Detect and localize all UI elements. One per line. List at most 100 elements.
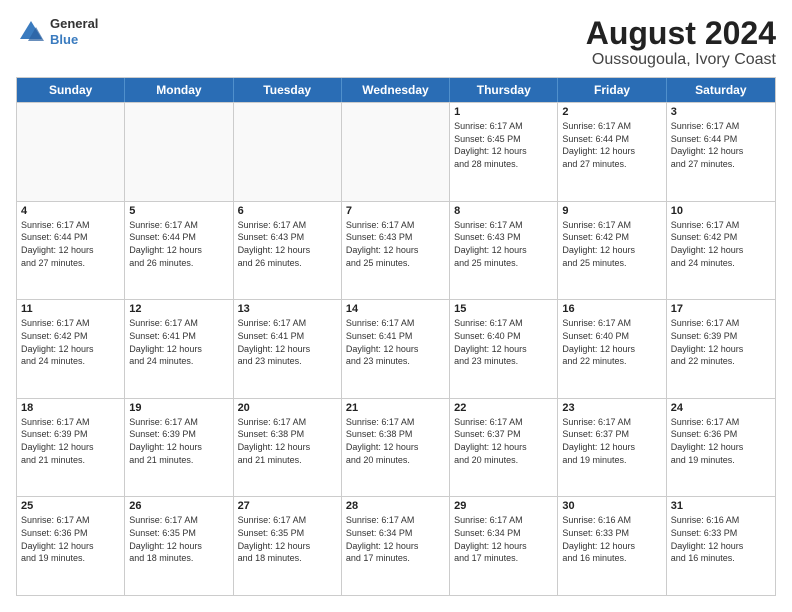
logo-general: General: [50, 16, 98, 32]
cell-w4-d4: 29Sunrise: 6:17 AM Sunset: 6:34 PM Dayli…: [450, 497, 558, 595]
day-info-w0-d6: Sunrise: 6:17 AM Sunset: 6:44 PM Dayligh…: [671, 120, 771, 170]
cell-w2-d6: 17 Sunrise: 6:17 AM Sunset: 6:39 PM Dayli…: [667, 300, 775, 398]
day-info-w1-d5: Sunrise: 6:17 AM Sunset: 6:42 PM Dayligh…: [562, 219, 661, 269]
cell-w3-d0: 18Sunrise: 6:17 AM Sunset: 6:39 PM Dayli…: [17, 399, 125, 497]
day-number-w2-d0: 11: [21, 303, 120, 315]
day-info-w1-d1: Sunrise: 6:17 AM Sunset: 6:44 PM Dayligh…: [129, 219, 228, 269]
week-row-0: 1 Sunrise: 6:17 AM Sunset: 6:45 PM Daylig…: [17, 102, 775, 201]
cell-w0-d1: [125, 103, 233, 201]
cell-w3-d3: 21 Sunrise: 6:17 AM Sunset: 6:38 PM Dayli…: [342, 399, 450, 497]
day-info-w0-d4: Sunrise: 6:17 AM Sunset: 6:45 PM Dayligh…: [454, 120, 553, 170]
day-info-w4-d5: Sunrise: 6:16 AM Sunset: 6:33 PM Dayligh…: [562, 514, 661, 564]
cell-w2-d4: 15 Sunrise: 6:17 AM Sunset: 6:40 PM Dayli…: [450, 300, 558, 398]
day-info-w3-d4: Sunrise: 6:17 AM Sunset: 6:37 PM Dayligh…: [454, 416, 553, 466]
title-block: August 2024 Oussougoula, Ivory Coast: [586, 16, 776, 69]
day-info-w2-d1: Sunrise: 6:17 AM Sunset: 6:41 PM Dayligh…: [129, 317, 228, 367]
calendar-subtitle: Oussougoula, Ivory Coast: [586, 51, 776, 69]
day-info-w4-d6: Sunrise: 6:16 AM Sunset: 6:33 PM Dayligh…: [671, 514, 771, 564]
cell-w4-d1: 26 Sunrise: 6:17 AM Sunset: 6:35 PM Dayli…: [125, 497, 233, 595]
cell-w3-d1: 19 Sunrise: 6:17 AM Sunset: 6:39 PM Dayli…: [125, 399, 233, 497]
day-number-w0-d6: 3: [671, 106, 771, 118]
cell-w0-d0: [17, 103, 125, 201]
day-info-w2-d6: Sunrise: 6:17 AM Sunset: 6:39 PM Dayligh…: [671, 317, 771, 367]
day-number-w2-d6: 17: [671, 303, 771, 315]
day-info-w4-d0: Sunrise: 6:17 AM Sunset: 6:36 PM Dayligh…: [21, 514, 120, 564]
day-number-w1-d3: 7: [346, 205, 445, 217]
day-number-w1-d4: 8: [454, 205, 553, 217]
calendar-header: Sunday Monday Tuesday Wednesday Thursday…: [17, 78, 775, 102]
cell-w4-d0: 25Sunrise: 6:17 AM Sunset: 6:36 PM Dayli…: [17, 497, 125, 595]
day-number-w1-d2: 6: [238, 205, 337, 217]
day-info-w2-d5: Sunrise: 6:17 AM Sunset: 6:40 PM Dayligh…: [562, 317, 661, 367]
day-number-w3-d0: 18: [21, 402, 120, 414]
cell-w4-d2: 27Sunrise: 6:17 AM Sunset: 6:35 PM Dayli…: [234, 497, 342, 595]
cell-w0-d4: 1 Sunrise: 6:17 AM Sunset: 6:45 PM Daylig…: [450, 103, 558, 201]
cell-w2-d3: 14 Sunrise: 6:17 AM Sunset: 6:41 PM Dayli…: [342, 300, 450, 398]
day-number-w4-d5: 30: [562, 500, 661, 512]
week-row-4: 25Sunrise: 6:17 AM Sunset: 6:36 PM Dayli…: [17, 496, 775, 595]
cell-w0-d5: 2 Sunrise: 6:17 AM Sunset: 6:44 PM Daylig…: [558, 103, 666, 201]
header-saturday: Saturday: [667, 78, 775, 102]
day-number-w4-d6: 31: [671, 500, 771, 512]
cell-w1-d2: 6Sunrise: 6:17 AM Sunset: 6:43 PM Daylig…: [234, 202, 342, 300]
day-number-w1-d0: 4: [21, 205, 120, 217]
week-row-2: 11 Sunrise: 6:17 AM Sunset: 6:42 PM Dayli…: [17, 299, 775, 398]
day-number-w0-d4: 1: [454, 106, 553, 118]
day-number-w4-d1: 26: [129, 500, 228, 512]
day-number-w3-d3: 21: [346, 402, 445, 414]
cell-w1-d6: 10 Sunrise: 6:17 AM Sunset: 6:42 PM Dayli…: [667, 202, 775, 300]
day-info-w0-d5: Sunrise: 6:17 AM Sunset: 6:44 PM Dayligh…: [562, 120, 661, 170]
day-number-w2-d5: 16: [562, 303, 661, 315]
day-info-w4-d4: Sunrise: 6:17 AM Sunset: 6:34 PM Dayligh…: [454, 514, 553, 564]
day-number-w3-d2: 20: [238, 402, 337, 414]
cell-w1-d3: 7Sunrise: 6:17 AM Sunset: 6:43 PM Daylig…: [342, 202, 450, 300]
calendar-title: August 2024: [586, 16, 776, 51]
cell-w4-d6: 31 Sunrise: 6:16 AM Sunset: 6:33 PM Dayli…: [667, 497, 775, 595]
page: General Blue August 2024 Oussougoula, Iv…: [0, 0, 792, 612]
day-number-w4-d3: 28: [346, 500, 445, 512]
cell-w3-d2: 20Sunrise: 6:17 AM Sunset: 6:38 PM Dayli…: [234, 399, 342, 497]
header-monday: Monday: [125, 78, 233, 102]
cell-w2-d0: 11 Sunrise: 6:17 AM Sunset: 6:42 PM Dayli…: [17, 300, 125, 398]
day-number-w2-d4: 15: [454, 303, 553, 315]
header-tuesday: Tuesday: [234, 78, 342, 102]
logo: General Blue: [16, 16, 98, 47]
logo-blue: Blue: [50, 32, 98, 48]
header-thursday: Thursday: [450, 78, 558, 102]
day-info-w1-d6: Sunrise: 6:17 AM Sunset: 6:42 PM Dayligh…: [671, 219, 771, 269]
day-number-w2-d3: 14: [346, 303, 445, 315]
day-info-w3-d5: Sunrise: 6:17 AM Sunset: 6:37 PM Dayligh…: [562, 416, 661, 466]
day-info-w4-d1: Sunrise: 6:17 AM Sunset: 6:35 PM Dayligh…: [129, 514, 228, 564]
day-number-w3-d1: 19: [129, 402, 228, 414]
calendar-body: 1 Sunrise: 6:17 AM Sunset: 6:45 PM Daylig…: [17, 102, 775, 595]
day-number-w2-d1: 12: [129, 303, 228, 315]
day-info-w3-d6: Sunrise: 6:17 AM Sunset: 6:36 PM Dayligh…: [671, 416, 771, 466]
logo-icon: [16, 17, 46, 47]
day-number-w0-d5: 2: [562, 106, 661, 118]
cell-w3-d6: 24 Sunrise: 6:17 AM Sunset: 6:36 PM Dayli…: [667, 399, 775, 497]
day-info-w3-d3: Sunrise: 6:17 AM Sunset: 6:38 PM Dayligh…: [346, 416, 445, 466]
day-info-w1-d4: Sunrise: 6:17 AM Sunset: 6:43 PM Dayligh…: [454, 219, 553, 269]
cell-w0-d2: [234, 103, 342, 201]
week-row-3: 18 Sunrise: 6:17 AM Sunset: 6:39 PM Dayli…: [17, 398, 775, 497]
day-number-w3-d6: 24: [671, 402, 771, 414]
day-number-w3-d4: 22: [454, 402, 553, 414]
day-info-w3-d1: Sunrise: 6:17 AM Sunset: 6:39 PM Dayligh…: [129, 416, 228, 466]
header-wednesday: Wednesday: [342, 78, 450, 102]
day-number-w1-d6: 10: [671, 205, 771, 217]
cell-w2-d1: 12 Sunrise: 6:17 AM Sunset: 6:41 PM Dayli…: [125, 300, 233, 398]
cell-w2-d2: 13Sunrise: 6:17 AM Sunset: 6:41 PM Dayli…: [234, 300, 342, 398]
day-info-w1-d0: Sunrise: 6:17 AM Sunset: 6:44 PM Dayligh…: [21, 219, 120, 269]
day-number-w1-d1: 5: [129, 205, 228, 217]
day-info-w2-d3: Sunrise: 6:17 AM Sunset: 6:41 PM Dayligh…: [346, 317, 445, 367]
week-row-1: 4 Sunrise: 6:17 AM Sunset: 6:44 PM Daylig…: [17, 201, 775, 300]
day-number-w1-d5: 9: [562, 205, 661, 217]
cell-w1-d4: 8 Sunrise: 6:17 AM Sunset: 6:43 PM Daylig…: [450, 202, 558, 300]
cell-w0-d6: 3 Sunrise: 6:17 AM Sunset: 6:44 PM Daylig…: [667, 103, 775, 201]
cell-w1-d1: 5 Sunrise: 6:17 AM Sunset: 6:44 PM Daylig…: [125, 202, 233, 300]
day-info-w2-d0: Sunrise: 6:17 AM Sunset: 6:42 PM Dayligh…: [21, 317, 120, 367]
day-info-w2-d4: Sunrise: 6:17 AM Sunset: 6:40 PM Dayligh…: [454, 317, 553, 367]
day-number-w2-d2: 13: [238, 303, 337, 315]
logo-text: General Blue: [50, 16, 98, 47]
cell-w4-d3: 28Sunrise: 6:17 AM Sunset: 6:34 PM Dayli…: [342, 497, 450, 595]
